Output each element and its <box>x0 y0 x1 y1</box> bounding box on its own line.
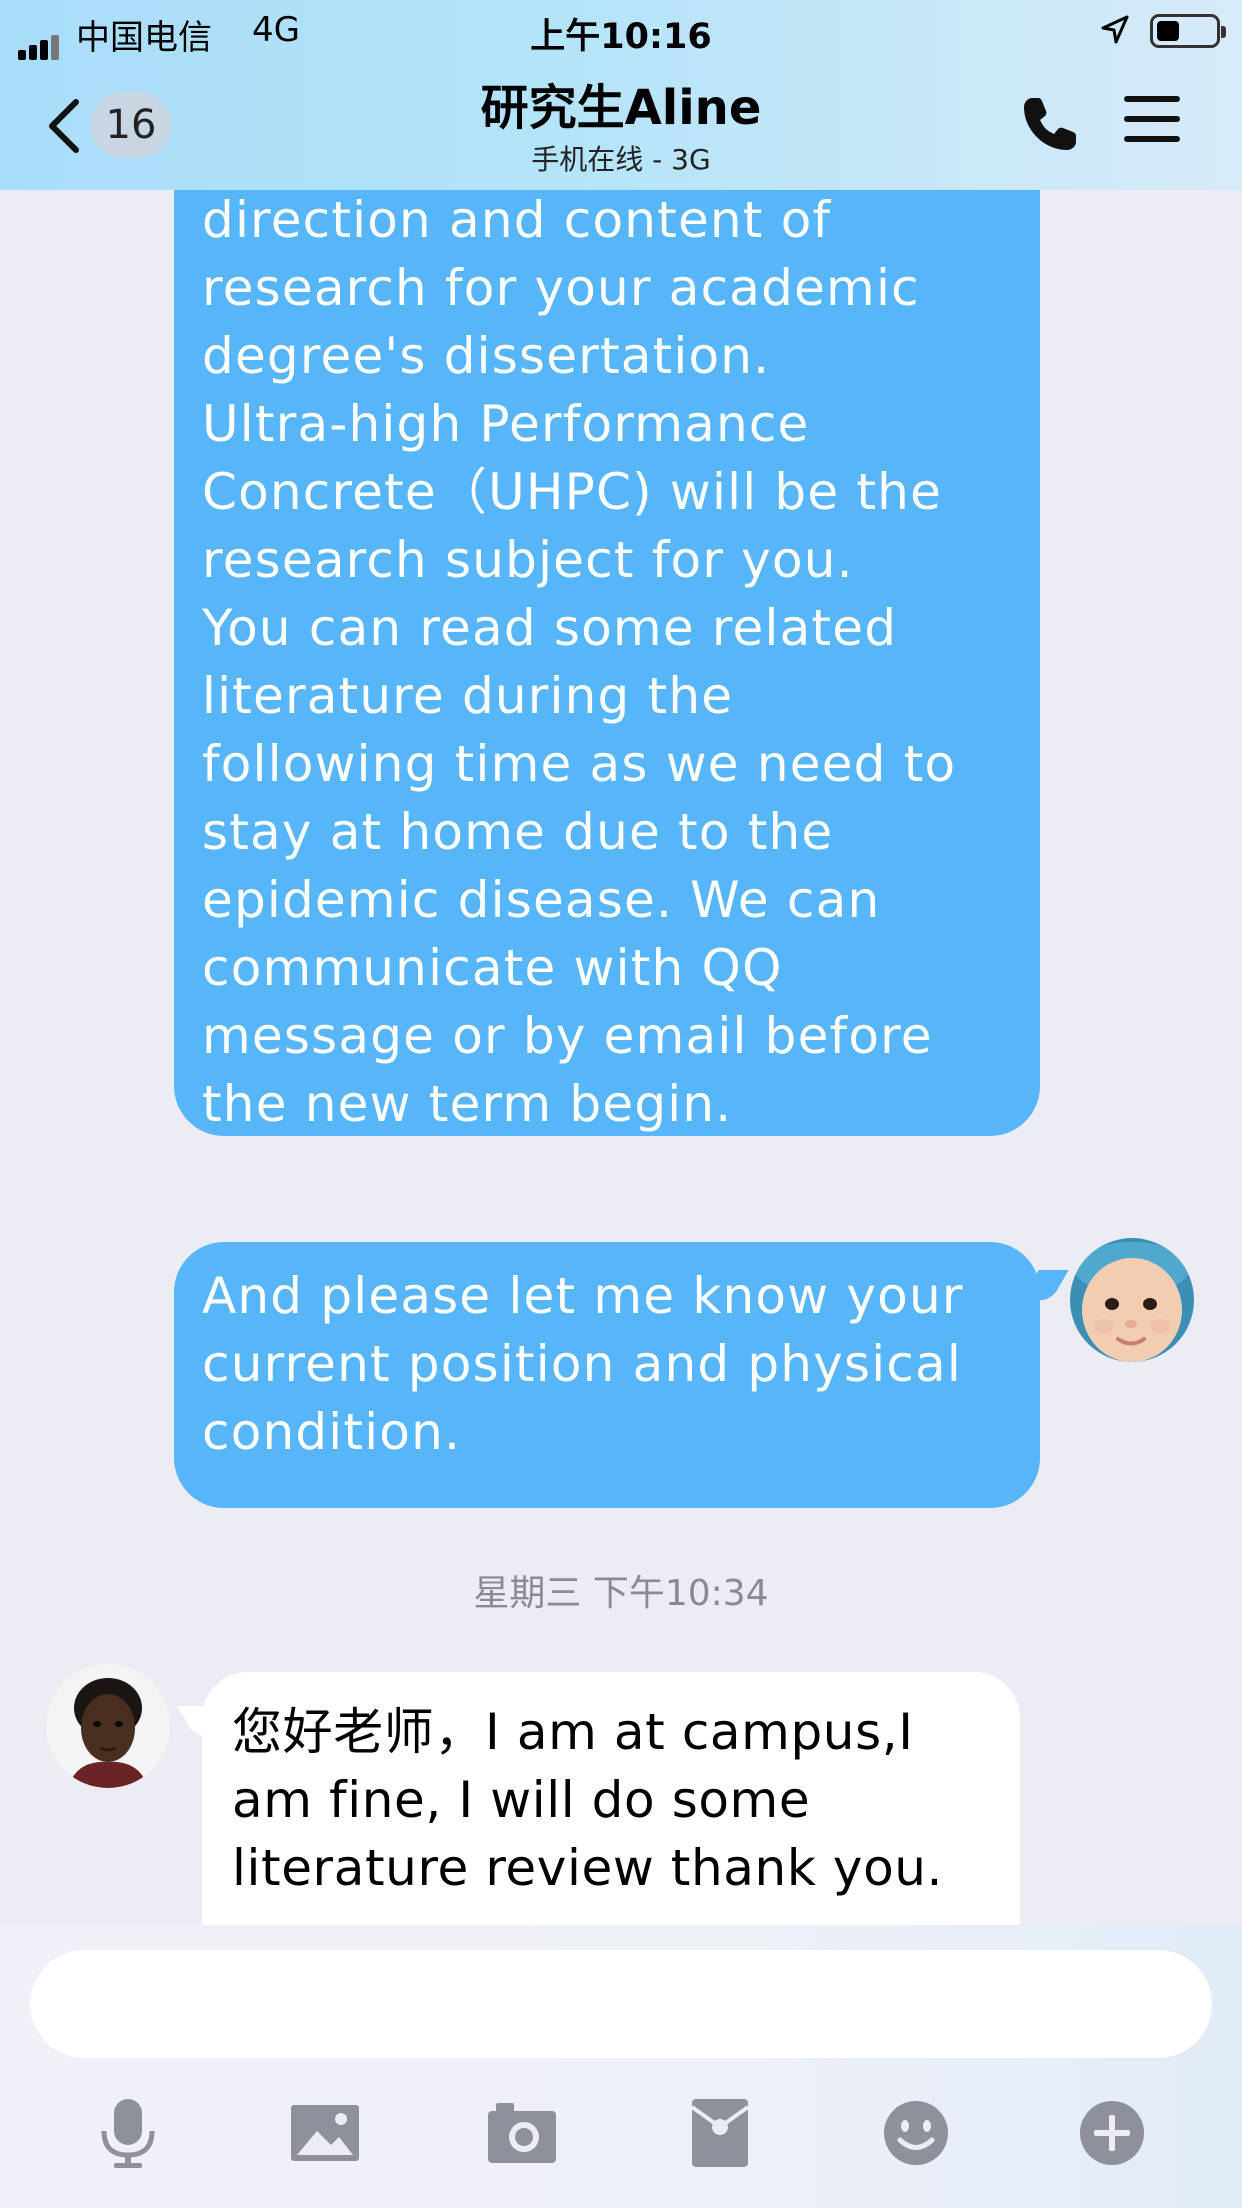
plus-icon[interactable] <box>1072 2093 1152 2173</box>
status-clock: 上午10:16 <box>530 17 712 57</box>
image-icon[interactable] <box>285 2093 365 2173</box>
self-avatar[interactable] <box>1070 1238 1194 1362</box>
chat-area[interactable]: direction and content of research for yo… <box>0 190 1242 1925</box>
message-timestamp: 星期三 下午10:34 <box>473 1573 769 1614</box>
location-arrow-icon <box>1100 14 1130 55</box>
message-bubble-incoming[interactable]: 您好老师，I am at campus,I am fine, I will do… <box>202 1672 1020 1925</box>
input-area <box>0 1925 1242 2208</box>
status-bar: 中国电信 4G 上午10:16 <box>0 0 1242 60</box>
emoji-icon[interactable] <box>876 2093 956 2173</box>
top-bar: 中国电信 4G 上午10:16 16 研究生Aline 手机在线 - 3G <box>0 0 1242 190</box>
menu-icon[interactable] <box>1124 96 1180 156</box>
red-packet-icon[interactable] <box>680 2093 760 2173</box>
camera-icon[interactable] <box>482 2093 562 2173</box>
microphone-icon[interactable] <box>88 2093 168 2173</box>
message-bubble-outgoing[interactable]: direction and content of research for yo… <box>174 190 1040 1136</box>
message-input[interactable] <box>30 1950 1212 2058</box>
message-bubble-outgoing[interactable]: And please let me know your current posi… <box>174 1242 1040 1508</box>
phone-icon[interactable] <box>1018 92 1082 160</box>
battery-icon <box>1150 14 1226 48</box>
peer-avatar[interactable] <box>46 1664 170 1788</box>
